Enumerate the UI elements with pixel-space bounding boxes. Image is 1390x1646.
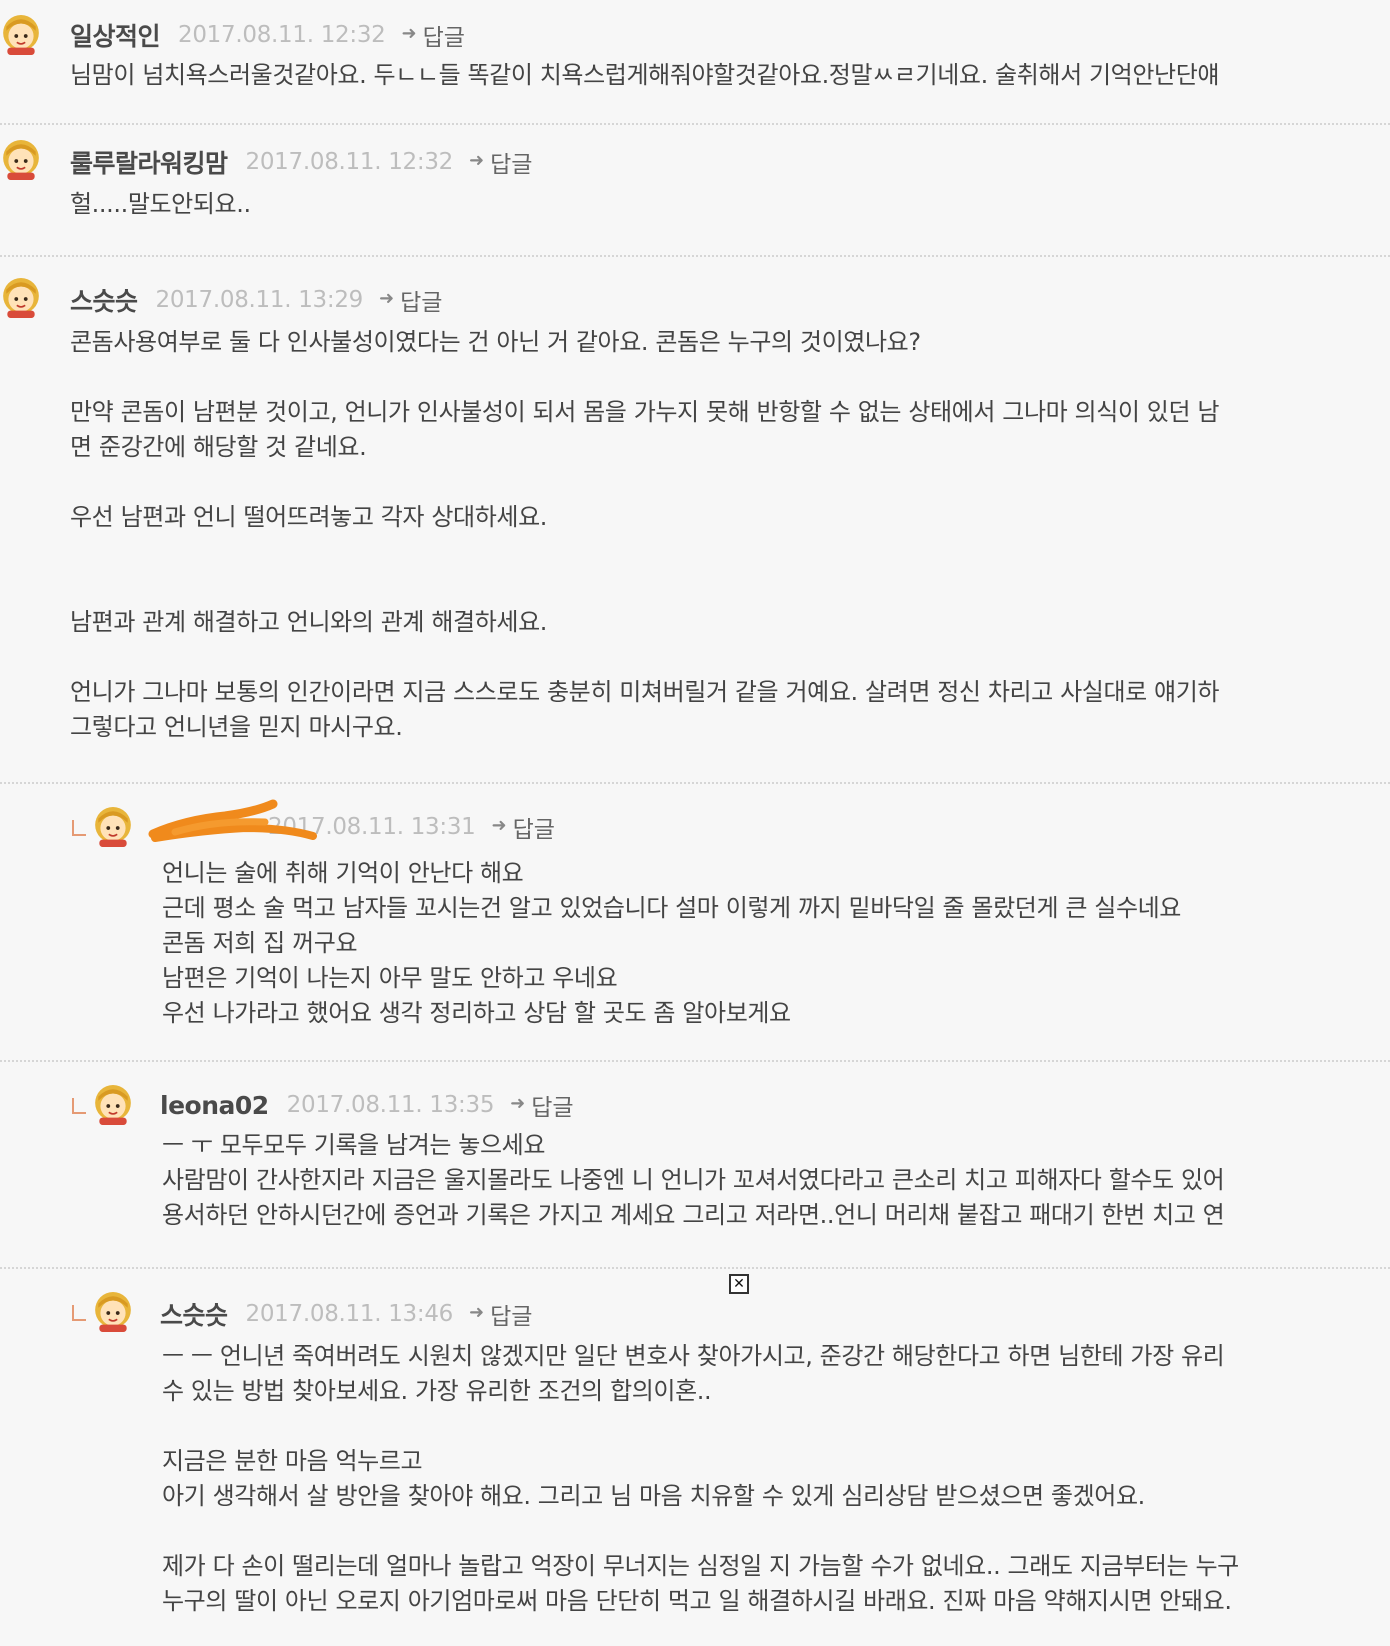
reply-arrow-icon: ➜ xyxy=(401,22,417,44)
close-icon[interactable]: ✕ xyxy=(729,1274,749,1294)
reply-button[interactable]: ➜ 답글 xyxy=(510,1088,573,1122)
reply-button[interactable]: ➜ 답글 xyxy=(402,18,465,52)
comment-body: ㅡ ㅡ 언니년 죽여버려도 시원치 않겠지만 일단 변호사 찾아가시고, 준강간… xyxy=(162,1342,1239,1615)
reply-label: 답글 xyxy=(400,290,443,316)
comment-meta: 스슷슷 2017.08.11. 13:29 ➜ 답글 xyxy=(70,282,442,318)
comment-body: ㅡ ㅜ 모두모두 기록을 남겨는 놓으세요 사람맘이 간사한지라 지금은 울지몰… xyxy=(162,1131,1225,1229)
reply-indent-icon xyxy=(72,1305,86,1321)
reply-indent-icon xyxy=(72,1098,86,1114)
reply-label: 답글 xyxy=(512,817,555,843)
reply-button[interactable]: ➜ 답글 xyxy=(379,283,442,317)
comment-item: 일상적인 2017.08.11. 12:32 ➜ 답글 님맘이 넘치욕스러울것같… xyxy=(0,0,1390,125)
avatar xyxy=(95,807,131,847)
reply-item: leona02 2017.08.11. 13:35 ➜ 답글 ㅡ ㅜ 모두모두 … xyxy=(0,1062,1390,1267)
reply-button[interactable]: ➜ 답글 xyxy=(469,1297,532,1331)
avatar xyxy=(95,1292,131,1332)
reply-label: 답글 xyxy=(422,25,465,51)
comment-meta: 스슷슷 2017.08.11. 13:46 ➜ 답글 xyxy=(160,1296,532,1332)
comment-author[interactable]: 스슷슷 xyxy=(160,1296,228,1332)
comment-body: 헐.....말도안되요.. xyxy=(70,190,251,218)
reply-button[interactable]: ➜ 답글 xyxy=(492,810,555,844)
reply-arrow-icon: ➜ xyxy=(379,287,395,309)
comment-item: 룰루랄라워킹맘 2017.08.11. 12:32 ➜ 답글 헐.....말도안… xyxy=(0,125,1390,256)
reply-arrow-icon: ➜ xyxy=(491,814,507,836)
comment-author[interactable]: 스슷슷 xyxy=(70,282,138,318)
comment-date: 2017.08.11. 13:31 xyxy=(268,814,476,840)
reply-item: 2017.08.11. 13:31 ➜ 답글 언니는 술에 취해 기억이 안난다… xyxy=(0,784,1390,1060)
comment-date: 2017.08.11. 12:32 xyxy=(245,149,454,175)
reply-item: 스슷슷 2017.08.11. 13:46 ➜ 답글 ㅡ ㅡ 언니년 죽여버려도… xyxy=(0,1269,1390,1646)
comment-date: 2017.08.11. 13:46 xyxy=(245,1301,454,1327)
reply-label: 답글 xyxy=(531,1095,574,1121)
comment-author[interactable]: 일상적인 xyxy=(70,17,161,53)
reply-arrow-icon: ➜ xyxy=(510,1092,526,1114)
avatar xyxy=(3,15,39,55)
reply-indent-icon xyxy=(72,820,86,836)
comment-date: 2017.08.11. 13:29 xyxy=(155,287,364,313)
comment-author[interactable]: leona02 xyxy=(160,1091,269,1120)
comment-meta: 룰루랄라워킹맘 2017.08.11. 12:32 ➜ 답글 xyxy=(70,144,532,180)
reply-button[interactable]: ➜ 답글 xyxy=(469,145,532,179)
avatar xyxy=(3,140,39,180)
reply-arrow-icon: ➜ xyxy=(469,1301,485,1323)
reply-label: 답글 xyxy=(490,1304,533,1330)
comment-meta: 2017.08.11. 13:31 ➜ 답글 xyxy=(160,810,555,844)
comment-body: 콘돔사용여부로 둘 다 인사불성이였다는 건 아닌 거 같아요. 콘돔은 누구의… xyxy=(70,328,1220,741)
reply-label: 답글 xyxy=(490,152,533,178)
avatar xyxy=(95,1085,131,1125)
comment-author[interactable]: 룰루랄라워킹맘 xyxy=(70,144,228,180)
comment-body: 님맘이 넘치욕스러울것같아요. 두ㄴㄴ들 똑같이 치욕스럽게해줘야할것같아요.정… xyxy=(70,61,1220,89)
comment-date: 2017.08.11. 12:32 xyxy=(178,22,386,48)
comment-meta: leona02 2017.08.11. 13:35 ➜ 답글 xyxy=(160,1088,574,1122)
comment-date: 2017.08.11. 13:35 xyxy=(286,1092,495,1118)
avatar xyxy=(3,278,39,318)
reply-arrow-icon: ➜ xyxy=(469,149,485,171)
comment-meta: 일상적인 2017.08.11. 12:32 ➜ 답글 xyxy=(70,17,465,53)
comment-item: 스슷슷 2017.08.11. 13:29 ➜ 답글 콘돔사용여부로 둘 다 인… xyxy=(0,257,1390,782)
comment-body: 언니는 술에 취해 기억이 안난다 해요 근데 평소 술 먹고 남자들 꼬시는건… xyxy=(162,859,1181,1027)
comment-thread: 일상적인 2017.08.11. 12:32 ➜ 답글 님맘이 넘치욕스러울것같… xyxy=(0,0,1390,1646)
